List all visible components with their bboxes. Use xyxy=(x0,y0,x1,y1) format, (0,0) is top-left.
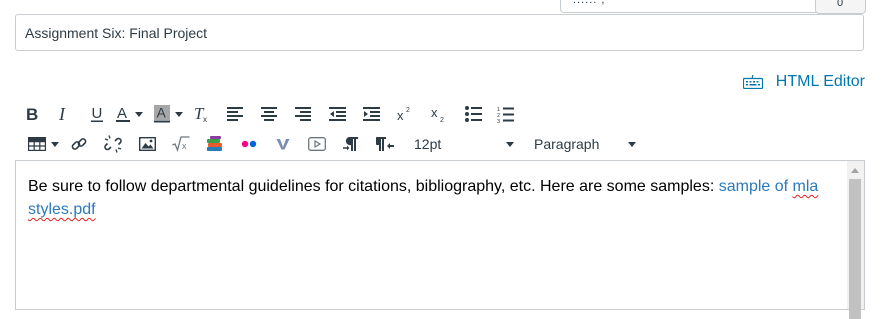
assignment-title-input[interactable] xyxy=(15,14,864,51)
background-color-dropdown[interactable] xyxy=(174,102,184,126)
top-partial-button-label: 0 xyxy=(837,0,844,9)
svg-text:2: 2 xyxy=(440,117,444,123)
media-icon xyxy=(308,137,326,151)
text-color-button[interactable]: A xyxy=(112,102,134,126)
numbered-list-icon: 123 xyxy=(497,107,514,123)
unlink-button[interactable] xyxy=(96,132,130,156)
html-editor-link[interactable]: HTML Editor xyxy=(742,73,865,91)
text-color-icon: A xyxy=(116,105,130,122)
caret-down-icon xyxy=(628,142,636,147)
svg-text:3: 3 xyxy=(497,119,500,123)
scroll-up-arrow-icon[interactable] xyxy=(851,168,859,173)
apps-button[interactable] xyxy=(198,132,232,156)
html-editor-label: HTML Editor xyxy=(775,73,865,90)
align-right-button[interactable] xyxy=(286,102,320,126)
svg-text:x: x xyxy=(203,115,207,123)
rtl-button[interactable] xyxy=(368,132,402,156)
outdent-icon xyxy=(328,107,346,121)
v-icon xyxy=(276,139,290,150)
editor-body-text: Be sure to follow departmental guideline… xyxy=(28,178,719,195)
outdent-button[interactable] xyxy=(320,102,354,126)
link-icon xyxy=(71,138,87,150)
caret-down-icon xyxy=(135,111,143,117)
underline-button[interactable]: U xyxy=(82,102,112,126)
books-icon xyxy=(207,136,222,151)
svg-text:A: A xyxy=(157,105,167,121)
indent-icon xyxy=(362,107,380,121)
top-partial-button[interactable]: 0 xyxy=(815,0,866,14)
align-center-icon xyxy=(261,107,277,121)
svg-text:2: 2 xyxy=(406,107,410,114)
superscript-button[interactable]: x2 xyxy=(388,102,422,126)
toolbar-row-1: B I U A A Tx x2 x2 123 xyxy=(18,102,520,126)
align-right-icon xyxy=(295,107,311,121)
top-partial-field: ...... , xyxy=(560,0,849,13)
indent-button[interactable] xyxy=(354,102,388,126)
image-icon xyxy=(138,137,156,151)
link-button[interactable] xyxy=(62,132,96,156)
svg-text:U: U xyxy=(92,105,103,122)
subscript-icon: x2 xyxy=(431,105,444,123)
block-format-value: Paragraph xyxy=(534,136,600,152)
align-left-button[interactable] xyxy=(218,102,252,126)
text-color-dropdown[interactable] xyxy=(134,102,144,126)
caret-down-icon xyxy=(175,111,183,117)
clear-formatting-button[interactable]: Tx xyxy=(184,102,218,126)
italic-icon: I xyxy=(58,106,66,122)
math-equation-button[interactable]: x xyxy=(164,132,198,156)
rtl-paragraph-icon xyxy=(376,137,394,151)
align-left-icon xyxy=(227,107,243,121)
align-center-button[interactable] xyxy=(252,102,286,126)
numbered-list-button[interactable]: 123 xyxy=(490,102,520,126)
svg-text:B: B xyxy=(26,106,38,122)
keyboard-icon xyxy=(742,75,763,89)
svg-text:A: A xyxy=(117,105,127,122)
rich-text-editor[interactable]: Be sure to follow departmental guideline… xyxy=(15,160,865,319)
svg-text:x: x xyxy=(431,105,438,120)
background-color-icon: A xyxy=(154,105,170,123)
attachment-link-part: sample of xyxy=(718,178,793,195)
square-root-icon: x xyxy=(172,136,190,152)
vimeo-button[interactable] xyxy=(266,132,300,156)
top-partial-text: ...... , xyxy=(573,0,606,6)
svg-text:x: x xyxy=(182,141,187,151)
italic-button[interactable]: I xyxy=(46,102,82,126)
font-size-value: 12pt xyxy=(414,136,442,152)
flickr-icon xyxy=(241,140,257,148)
clear-formatting-icon: Tx xyxy=(194,105,207,123)
bold-icon: B xyxy=(26,106,38,122)
ltr-paragraph-icon xyxy=(343,137,358,151)
spellcheck-word: styles.pdf xyxy=(28,201,96,218)
toolbar-row-2: x 12pt Paragraph xyxy=(18,132,636,156)
flickr-button[interactable] xyxy=(232,132,266,156)
scrollbar-thumb[interactable] xyxy=(849,179,861,319)
unlink-icon xyxy=(104,135,122,153)
editor-content[interactable]: Be sure to follow departmental guideline… xyxy=(28,175,828,221)
bullet-list-button[interactable] xyxy=(456,102,490,126)
caret-down-icon xyxy=(506,142,514,147)
block-format-select[interactable]: Paragraph xyxy=(534,132,636,156)
bold-button[interactable]: B xyxy=(18,102,46,126)
caret-down-icon xyxy=(51,141,59,147)
spellcheck-word: mla xyxy=(792,178,819,195)
font-size-select[interactable]: 12pt xyxy=(410,132,514,156)
background-color-button[interactable]: A xyxy=(150,102,174,126)
media-button[interactable] xyxy=(300,132,334,156)
superscript-icon: x2 xyxy=(397,107,410,122)
svg-text:x: x xyxy=(397,108,404,122)
editor-scrollbar[interactable] xyxy=(847,161,864,319)
image-button[interactable] xyxy=(130,132,164,156)
svg-text:I: I xyxy=(58,106,66,122)
ltr-button[interactable] xyxy=(334,132,368,156)
underline-icon: U xyxy=(91,105,103,122)
table-dropdown[interactable] xyxy=(50,132,60,156)
bullet-list-icon xyxy=(464,106,482,122)
table-button[interactable] xyxy=(24,132,50,156)
subscript-button[interactable]: x2 xyxy=(422,102,456,126)
table-icon xyxy=(28,137,46,151)
